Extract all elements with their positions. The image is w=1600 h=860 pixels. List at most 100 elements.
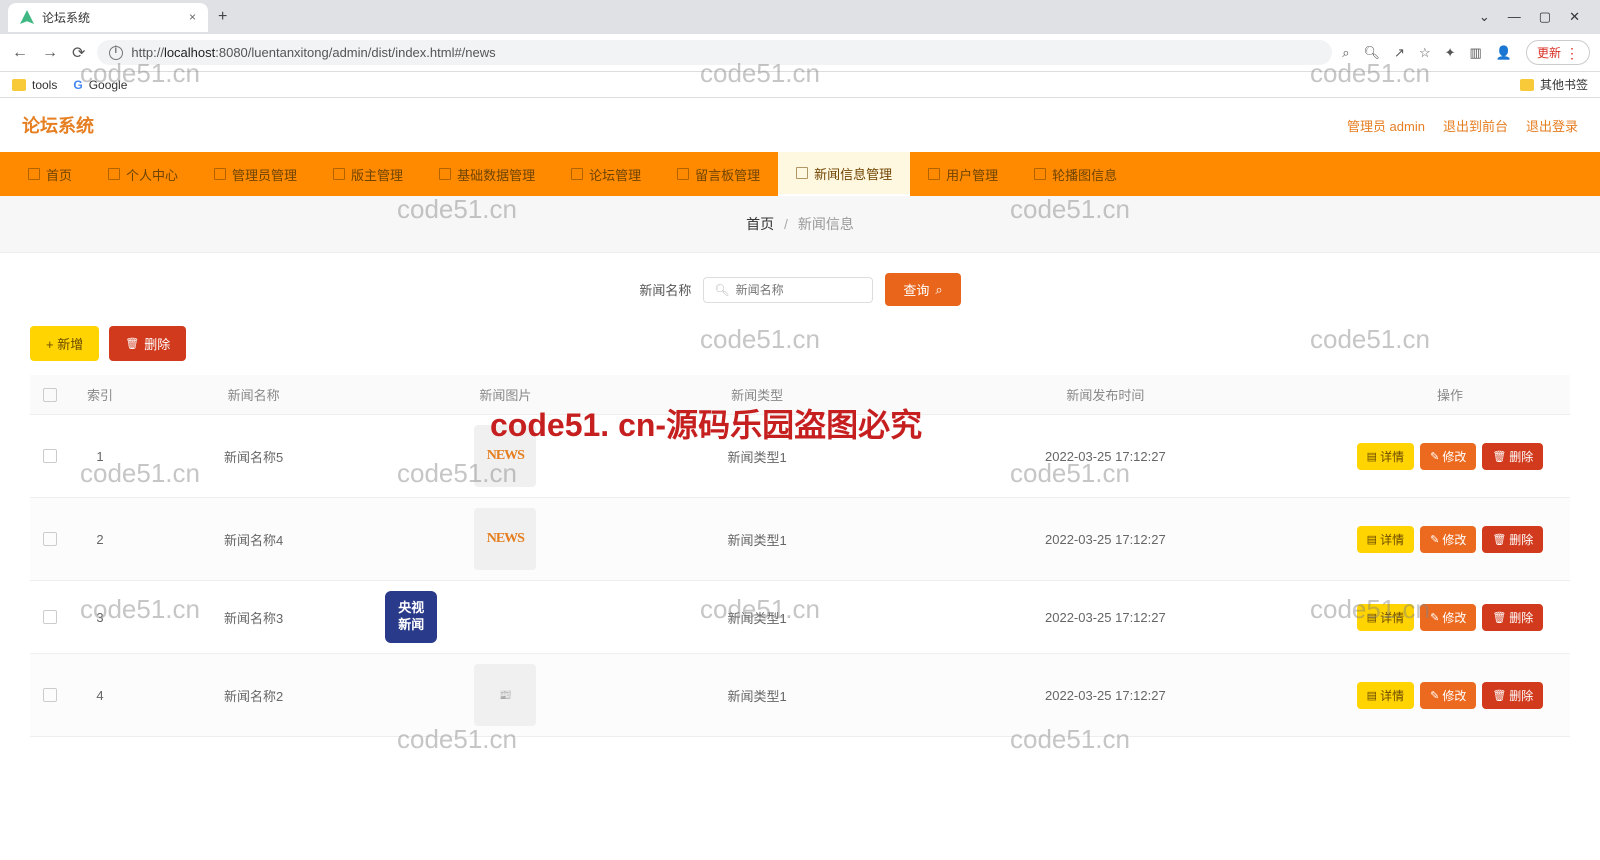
vue-favicon-icon [20,10,34,24]
table-row: 2新闻名称4NEWS新闻类型12022-03-25 17:12:27▤ 详情✎ … [30,498,1570,581]
row-published: 2022-03-25 17:12:27 [881,581,1330,654]
row-published: 2022-03-25 17:12:27 [881,654,1330,737]
table-row: 1新闻名称5NEWS新闻类型12022-03-25 17:12:27▤ 详情✎ … [30,415,1570,498]
bookmark-other[interactable]: 其他书签 [1520,76,1588,93]
detail-button[interactable]: ▤ 详情 [1357,604,1414,631]
news-image: 📰 [474,664,536,726]
add-button[interactable]: + 新增 [30,326,99,361]
nav-item-2[interactable]: 管理员管理 [196,152,315,196]
tab-strip: 论坛系统 × + ⌄ — ▢ ✕ [0,0,1600,34]
nav-icon [439,168,451,180]
row-index: 3 [70,581,130,654]
close-window-icon[interactable]: ✕ [1569,9,1580,25]
delete-button[interactable]: 🗑 删除 [1482,526,1543,553]
tab-close-icon[interactable]: × [189,10,196,24]
edit-button[interactable]: ✎ 修改 [1420,682,1476,709]
logout-link[interactable]: 退出登录 [1526,116,1578,135]
nav-item-3[interactable]: 版主管理 [315,152,421,196]
profile-icon[interactable]: 👤 [1496,45,1512,61]
dropdown-icon[interactable]: ⌄ [1479,9,1490,25]
reload-icon[interactable]: ⟳ [70,43,87,63]
search-input-wrap: 🔍︎ [703,277,873,303]
nav-item-8[interactable]: 用户管理 [910,152,1016,196]
nav-icon [796,167,808,179]
app-title: 论坛系统 [22,112,94,138]
row-type: 新闻类型1 [634,654,881,737]
app-header: 论坛系统 管理员 admin 退出到前台 退出登录 [0,98,1600,152]
edit-button[interactable]: ✎ 修改 [1420,526,1476,553]
col-published: 新闻发布时间 [881,375,1330,415]
url-input[interactable]: http://localhost:8080/luentanxitong/admi… [97,40,1332,65]
doc-icon: ▤ [1367,450,1377,463]
pencil-icon: ✎ [1430,689,1439,702]
breadcrumb-current: 新闻信息 [798,216,854,232]
bookmark-tools[interactable]: tools [12,78,57,92]
breadcrumb-home[interactable]: 首页 [746,216,774,232]
delete-button[interactable]: 🗑 删除 [1482,604,1543,631]
detail-button[interactable]: ▤ 详情 [1357,526,1414,553]
chrome-update-button[interactable]: 更新 ⋮ [1526,40,1590,65]
nav-item-0[interactable]: 首页 [10,152,90,196]
extensions-icon[interactable]: ✦ [1445,45,1456,61]
nav-item-7[interactable]: 新闻信息管理 [778,152,910,196]
browser-tab[interactable]: 论坛系统 × [8,3,208,32]
new-tab-button[interactable]: + [208,8,237,26]
news-image: 央视新闻 [385,591,437,643]
row-checkbox[interactable] [43,449,57,463]
side-panel-icon[interactable]: ▥ [1470,45,1482,61]
bookmarks-bar: tools G Google 其他书签 [0,72,1600,98]
zoom-icon[interactable]: 🔍︎ [1364,45,1381,61]
row-index: 4 [70,654,130,737]
delete-button[interactable]: 🗑 删除 [1482,682,1543,709]
nav-item-6[interactable]: 留言板管理 [659,152,778,196]
nav-item-9[interactable]: 轮播图信息 [1016,152,1135,196]
trash-icon: 🗑 [1492,689,1506,702]
url-path: :8080/luentanxitong/admin/dist/index.htm… [215,45,495,60]
nav-icon [108,168,120,180]
col-type: 新闻类型 [634,375,881,415]
doc-icon: ▤ [1367,689,1377,702]
delete-button[interactable]: 🗑 删除 [1482,443,1543,470]
key-icon[interactable]: ⌕ [1342,45,1349,61]
edit-button[interactable]: ✎ 修改 [1420,604,1476,631]
row-type: 新闻类型1 [634,498,881,581]
folder-icon [1520,79,1534,91]
bookmark-google[interactable]: G Google [73,78,127,92]
action-row: + 新增 🗑 删除 [0,326,1600,375]
bookmark-star-icon[interactable]: ☆ [1419,45,1431,61]
user-role-label[interactable]: 管理员 admin [1347,116,1425,135]
doc-icon: ▤ [1367,611,1377,624]
detail-button[interactable]: ▤ 详情 [1357,682,1414,709]
search-input[interactable] [736,283,863,297]
row-checkbox[interactable] [43,610,57,624]
search-label: 新闻名称 [639,280,691,299]
nav-icon [214,168,226,180]
minimize-icon[interactable]: — [1508,9,1521,25]
search-button[interactable]: 查询 ⌕ [885,273,960,306]
breadcrumb-sep: / [784,216,788,232]
user-actions: 管理员 admin 退出到前台 退出登录 [1347,116,1578,135]
nav-item-4[interactable]: 基础数据管理 [421,152,553,196]
share-icon[interactable]: ↗ [1394,45,1405,61]
nav-menu: 首页个人中心管理员管理版主管理基础数据管理论坛管理留言板管理新闻信息管理用户管理… [0,152,1600,196]
breadcrumb: 首页 / 新闻信息 [0,196,1600,253]
site-info-icon[interactable] [109,46,123,60]
maximize-icon[interactable]: ▢ [1539,9,1551,25]
row-checkbox[interactable] [43,532,57,546]
batch-delete-button[interactable]: 🗑 删除 [109,326,186,361]
edit-button[interactable]: ✎ 修改 [1420,443,1476,470]
nav-icon [928,168,940,180]
to-frontend-link[interactable]: 退出到前台 [1443,116,1508,135]
row-published: 2022-03-25 17:12:27 [881,415,1330,498]
select-all-checkbox[interactable] [43,388,57,402]
forward-icon[interactable]: → [40,44,60,62]
search-icon: 🔍︎ [714,283,729,297]
nav-item-1[interactable]: 个人中心 [90,152,196,196]
row-name: 新闻名称4 [130,498,377,581]
detail-button[interactable]: ▤ 详情 [1357,443,1414,470]
back-icon[interactable]: ← [10,44,30,62]
news-table: 索引 新闻名称 新闻图片 新闻类型 新闻发布时间 操作 1新闻名称5NEWS新闻… [30,375,1570,737]
row-checkbox[interactable] [43,688,57,702]
url-prefix: http:// [131,45,164,60]
nav-item-5[interactable]: 论坛管理 [553,152,659,196]
